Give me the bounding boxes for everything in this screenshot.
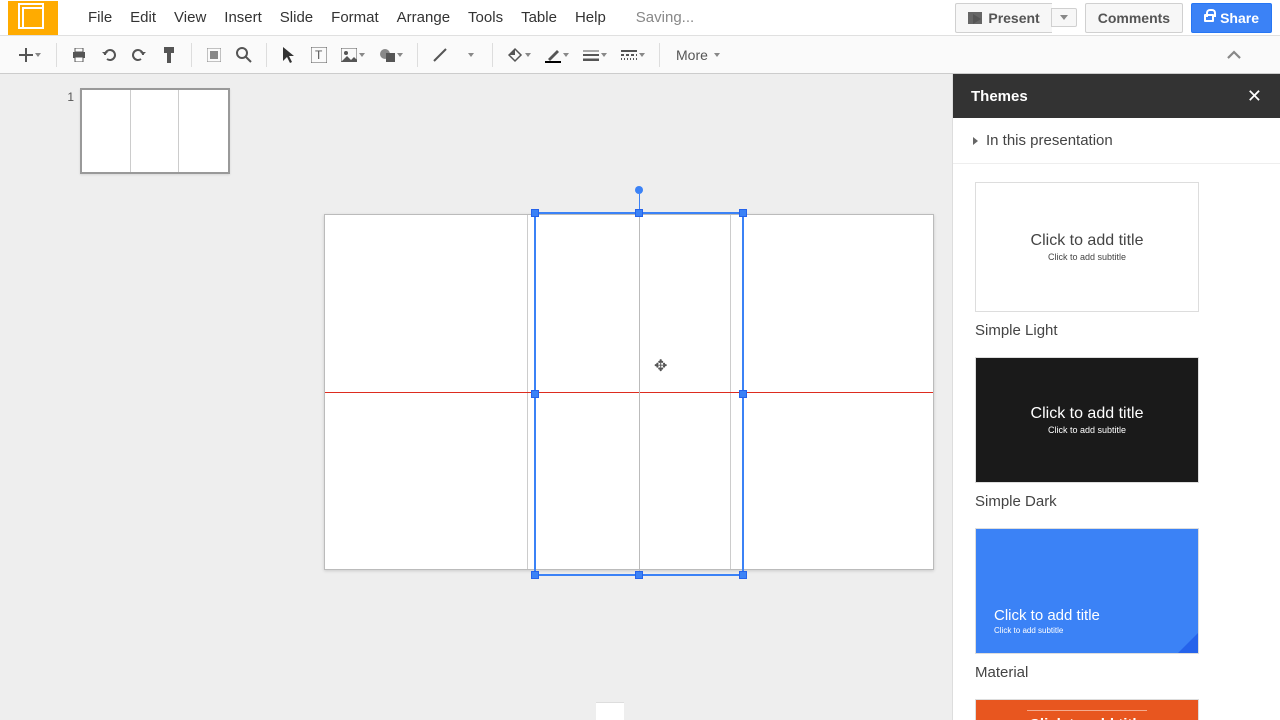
menu-edit[interactable]: Edit <box>130 9 156 26</box>
theme-preview-title: Click to add title <box>1031 405 1144 423</box>
fill-color-tool[interactable] <box>501 41 537 69</box>
print-button[interactable] <box>65 41 93 69</box>
in-this-label: In this presentation <box>986 132 1113 149</box>
line-tool[interactable] <box>426 41 454 69</box>
line-color-tool[interactable] <box>539 41 575 69</box>
share-label: Share <box>1220 10 1259 26</box>
close-themes-button[interactable]: ✕ <box>1247 86 1262 107</box>
theme-simple-dark[interactable]: Click to add title Click to add subtitle <box>975 357 1199 483</box>
caret-down-icon <box>563 53 569 57</box>
menu-tools[interactable]: Tools <box>468 9 503 26</box>
theme-preview-subtitle: Click to add subtitle <box>1048 425 1126 435</box>
slides-logo[interactable] <box>8 1 58 35</box>
themes-panel: Themes ✕ In this presentation Click to a… <box>952 74 1280 720</box>
toolbar: T More <box>0 36 1280 74</box>
caret-down-icon <box>639 53 645 57</box>
more-button[interactable]: More <box>668 47 728 63</box>
share-button[interactable]: Share <box>1191 3 1272 33</box>
theme-material[interactable]: Click to add title Click to add subtitle <box>975 528 1199 654</box>
theme-swiss[interactable]: Click to add title <box>975 699 1199 720</box>
theme-preview-title: Click to add title <box>1031 232 1144 250</box>
slide-thumbnail[interactable] <box>80 88 230 174</box>
in-this-presentation[interactable]: In this presentation <box>953 118 1280 164</box>
bottom-scroll[interactable] <box>596 702 624 720</box>
line-weight-tool[interactable] <box>577 41 613 69</box>
svg-text:T: T <box>315 48 323 62</box>
menu-format[interactable]: Format <box>331 9 379 26</box>
present-label: Present <box>988 10 1039 26</box>
filmstrip[interactable]: 1 <box>0 74 298 720</box>
main-area: 1 ✥ Themes <box>0 74 1280 720</box>
line-dropdown[interactable] <box>456 41 484 69</box>
caret-down-icon <box>468 53 474 57</box>
theme-preview-subtitle: Click to add subtitle <box>994 626 1063 635</box>
themes-header: Themes ✕ <box>953 74 1280 118</box>
collapse-toolbar-button[interactable] <box>1220 41 1248 69</box>
more-label: More <box>676 47 708 63</box>
canvas-area[interactable]: ✥ <box>298 74 952 720</box>
themes-title: Themes <box>971 88 1028 105</box>
resize-handle-tm[interactable] <box>635 209 643 217</box>
menu-items: File Edit View Insert Slide Format Arran… <box>88 9 606 26</box>
theme-simple-light[interactable]: Click to add title Click to add subtitle <box>975 182 1199 312</box>
theme-label-light: Simple Light <box>975 322 1258 339</box>
menu-insert[interactable]: Insert <box>224 9 262 26</box>
menu-help[interactable]: Help <box>575 9 606 26</box>
selected-shape[interactable] <box>534 212 744 576</box>
menu-view[interactable]: View <box>174 9 206 26</box>
menubar: File Edit View Insert Slide Format Arran… <box>0 0 1280 36</box>
redo-button[interactable] <box>125 41 153 69</box>
resize-handle-tr[interactable] <box>739 209 747 217</box>
zoom-button[interactable] <box>230 41 258 69</box>
menu-table[interactable]: Table <box>521 9 557 26</box>
caret-down-icon <box>359 53 365 57</box>
caret-down-icon <box>1060 15 1068 20</box>
menu-arrange[interactable]: Arrange <box>397 9 450 26</box>
undo-button[interactable] <box>95 41 123 69</box>
resize-handle-bm[interactable] <box>635 571 643 579</box>
select-tool[interactable] <box>275 41 303 69</box>
comments-button[interactable]: Comments <box>1085 3 1183 33</box>
slide-thumb-1[interactable]: 1 <box>60 88 298 174</box>
present-button[interactable]: Present <box>955 3 1051 33</box>
theme-preview-title: Click to add title <box>1029 716 1145 720</box>
slide-number: 1 <box>60 88 80 174</box>
textbox-tool[interactable]: T <box>305 41 333 69</box>
theme-preview-title: Click to add title <box>994 607 1100 624</box>
caret-down-icon <box>525 53 531 57</box>
rotate-handle[interactable] <box>635 186 643 194</box>
line-dash-tool[interactable] <box>615 41 651 69</box>
present-dropdown[interactable] <box>1051 8 1077 27</box>
expand-icon <box>973 137 978 145</box>
move-cursor-icon: ✥ <box>654 356 667 376</box>
menu-slide[interactable]: Slide <box>280 9 313 26</box>
new-slide-button[interactable] <box>12 41 48 69</box>
resize-handle-tl[interactable] <box>531 209 539 217</box>
theme-label-material: Material <box>975 664 1258 681</box>
caret-down-icon <box>601 53 607 57</box>
caret-down-icon <box>35 53 41 57</box>
shape-tool[interactable] <box>373 41 409 69</box>
resize-handle-br[interactable] <box>739 571 747 579</box>
theme-label-dark: Simple Dark <box>975 493 1258 510</box>
resize-handle-bl[interactable] <box>531 571 539 579</box>
resize-handle-ml[interactable] <box>531 390 539 398</box>
lock-icon <box>1204 14 1214 22</box>
paint-format-button[interactable] <box>155 41 183 69</box>
fit-button[interactable] <box>200 41 228 69</box>
image-tool[interactable] <box>335 41 371 69</box>
caret-down-icon <box>397 53 403 57</box>
resize-handle-mr[interactable] <box>739 390 747 398</box>
theme-preview-subtitle: Click to add subtitle <box>1048 252 1126 262</box>
caret-down-icon <box>714 53 720 57</box>
saving-status: Saving... <box>636 9 694 26</box>
menu-file[interactable]: File <box>88 9 112 26</box>
